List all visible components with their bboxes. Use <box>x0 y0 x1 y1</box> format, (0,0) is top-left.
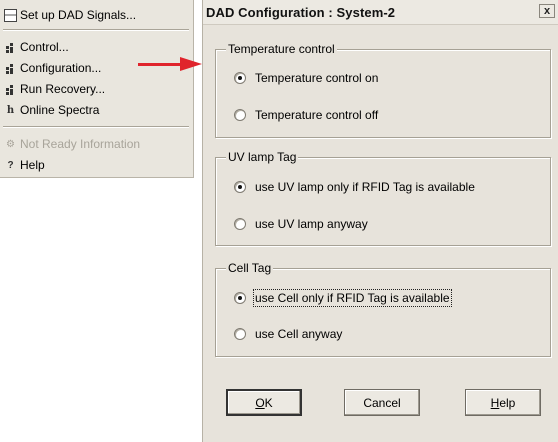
radio-label: use UV lamp anyway <box>255 217 368 231</box>
cancel-button[interactable]: Cancel <box>344 389 420 416</box>
menu-item-online-spectra[interactable]: h Online Spectra <box>4 101 100 119</box>
help-accelerator: H <box>490 395 500 410</box>
menu-item-run-recovery[interactable]: Run Recovery... <box>4 80 105 98</box>
menu-item-set-up-dad-signals[interactable]: Set up DAD Signals... <box>4 6 136 24</box>
group-temperature-control: Temperature control Temperature control … <box>215 42 551 138</box>
menu-item-help[interactable]: ? Help <box>4 156 45 174</box>
radio-button-selected[interactable] <box>234 72 246 84</box>
ok-button[interactable]: OK <box>226 389 302 416</box>
menu-item-label: Online Spectra <box>20 103 100 117</box>
close-button[interactable]: x <box>539 4 555 18</box>
radio-label: Temperature control on <box>255 71 379 85</box>
group-label: UV lamp Tag <box>226 150 299 164</box>
radio-temperature-control-on[interactable]: Temperature control on <box>234 70 378 86</box>
radio-label: use Cell only if RFID Tag is available <box>253 289 452 307</box>
menu-item-label: Set up DAD Signals... <box>20 8 137 22</box>
spectra-icon: h <box>6 104 15 116</box>
radio-button[interactable] <box>234 328 246 340</box>
group-label: Cell Tag <box>226 261 274 275</box>
menu-item-label: Not Ready Information <box>20 137 141 151</box>
radio-cell-only-if-rfid[interactable]: use Cell only if RFID Tag is available <box>234 289 452 307</box>
menu-separator <box>3 126 189 128</box>
radio-label: use UV lamp only if RFID Tag is availabl… <box>255 180 475 194</box>
radio-temperature-control-off[interactable]: Temperature control off <box>234 107 378 123</box>
menu-separator <box>3 29 189 31</box>
radio-uv-lamp-anyway[interactable]: use UV lamp anyway <box>234 216 368 232</box>
help-icon: ? <box>7 159 14 171</box>
menu-item-label: Configuration... <box>20 61 102 75</box>
radio-cell-anyway[interactable]: use Cell anyway <box>234 326 342 342</box>
menu-item-configuration[interactable]: Configuration... <box>4 59 101 77</box>
annotation-arrow-icon <box>180 57 202 71</box>
configuration-icon <box>4 62 17 75</box>
group-cell-tag: Cell Tag use Cell only if RFID Tag is av… <box>215 261 551 357</box>
group-label: Temperature control <box>226 42 337 56</box>
menu-item-not-ready-information: ⚙ Not Ready Information <box>4 135 140 153</box>
dad-context-menu: Set up DAD Signals... Control... Configu… <box>0 0 194 178</box>
annotation-arrow-line <box>138 63 182 66</box>
run-recovery-icon <box>4 83 17 96</box>
radio-uv-lamp-only-if-rfid[interactable]: use UV lamp only if RFID Tag is availabl… <box>234 179 475 195</box>
close-icon: x <box>543 4 551 17</box>
cancel-label: Cancel <box>363 395 401 410</box>
radio-button-selected[interactable] <box>234 292 246 304</box>
radio-label: use Cell anyway <box>255 327 343 341</box>
signals-icon <box>4 8 17 22</box>
radio-label: Temperature control off <box>255 108 379 122</box>
radio-button-selected[interactable] <box>234 181 246 193</box>
help-button[interactable]: Help <box>465 389 541 416</box>
dad-configuration-dialog: DAD Configuration : System-2 x Temperatu… <box>202 0 558 442</box>
control-icon <box>4 41 17 54</box>
dialog-title: DAD Configuration : System-2 <box>206 4 396 20</box>
ok-accelerator: O <box>255 395 265 410</box>
radio-button[interactable] <box>234 109 246 121</box>
radio-button[interactable] <box>234 218 246 230</box>
not-ready-icon: ⚙ <box>6 138 15 150</box>
menu-item-label: Run Recovery... <box>20 82 106 96</box>
menu-item-control[interactable]: Control... <box>4 38 69 56</box>
group-uv-lamp-tag: UV lamp Tag use UV lamp only if RFID Tag… <box>215 150 551 246</box>
ok-label: K <box>264 395 273 410</box>
menu-item-label: Control... <box>20 40 69 54</box>
dialog-titlebar[interactable]: DAD Configuration : System-2 x <box>203 0 558 25</box>
help-label: elp <box>499 395 516 410</box>
menu-item-label: Help <box>20 158 45 172</box>
